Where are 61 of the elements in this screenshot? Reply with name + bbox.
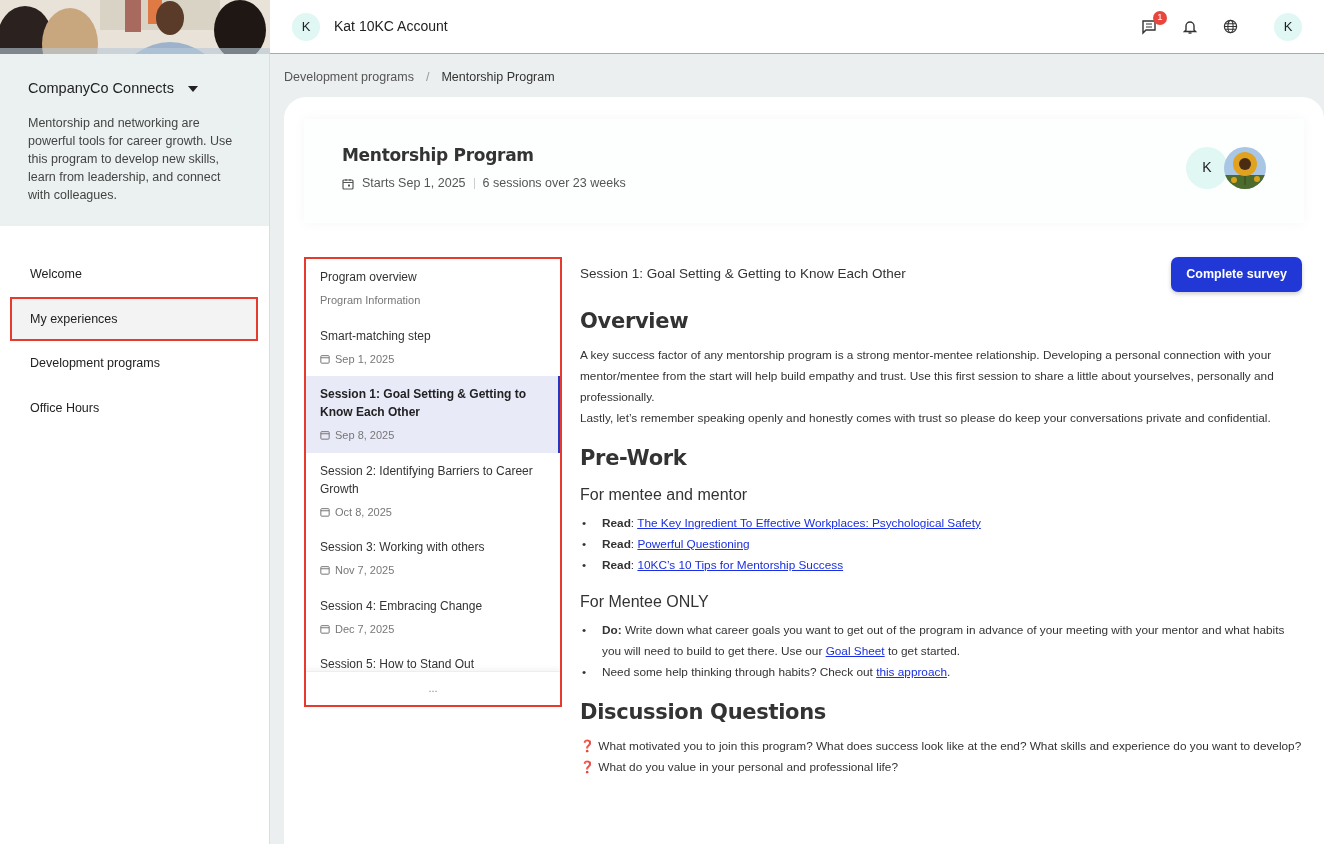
nav-item[interactable]: Office Hours — [10, 386, 258, 431]
bullet: • — [581, 621, 588, 639]
link[interactable]: Goal Sheet — [825, 643, 885, 658]
list-item: Read: The Key Ingredient To Effective Workplaces: Psychological Safety — [602, 514, 981, 532]
nav-item[interactable]: Welcome — [10, 251, 258, 297]
start-date: Starts Sep 1, 2025 — [362, 175, 466, 193]
paragraph: A key success factor of any mentorship program is a strong mentor‑mentee relationship. Developing a personal connection with your mentor/mentee from the start will help build empathy and trust. Use this first session to share a little about yourselves, personally and professionally. — [580, 347, 1275, 407]
globe-icon[interactable] — [1223, 19, 1238, 34]
calendar-icon — [320, 506, 330, 517]
session-count: 6 sessions over 23 weeks — [482, 175, 626, 193]
link[interactable]: Powerful Questioning — [637, 536, 750, 551]
message-icon[interactable] — [1141, 18, 1157, 35]
program-title: Mentorship Program — [342, 143, 535, 167]
list-item: Need some help thinking through habits? Check out this approach. — [602, 663, 951, 681]
nav-item[interactable]: Development programs — [10, 341, 258, 386]
calendar-icon — [320, 353, 330, 364]
program-name: CompanyCo Connects — [28, 79, 174, 98]
notification-count: 1 — [1153, 10, 1167, 25]
account-name: Kat 10KC Account — [334, 17, 448, 36]
session-title: Session 1: Goal Setting & Getting to Know Each Other — [580, 265, 906, 284]
link[interactable]: this approach — [876, 664, 947, 679]
bullet: • — [581, 556, 588, 574]
caret-icon[interactable] — [187, 85, 198, 92]
subsection-heading: For Mentee ONLY — [580, 591, 710, 612]
paragraph: Lastly, let’s remember speaking openly and honestly comes with trust so please do keep your conversations private and confidential. — [580, 410, 1272, 428]
section-heading: Overview — [580, 307, 690, 335]
calendar-icon — [342, 177, 354, 190]
session-item[interactable]: Session 2: Identifying Barriers to Career Growth Oct 8, 2025 — [306, 452, 560, 529]
session-item[interactable]: Program overview Program Information — [306, 259, 560, 318]
link[interactable]: 10KC’s 10 Tips for Mentorship Success — [637, 557, 844, 572]
user-avatar[interactable]: K — [1274, 12, 1302, 41]
bell-icon[interactable] — [1183, 18, 1197, 35]
account-avatar[interactable]: K — [292, 12, 320, 41]
breadcrumb-link[interactable]: Development programs — [284, 68, 414, 87]
subsection-heading: For mentee and mentor — [580, 484, 749, 505]
bullet: • — [581, 535, 588, 553]
member-avatar: K — [1186, 146, 1228, 189]
session-item[interactable]: Session 5: How to Stand Out — [306, 646, 560, 671]
breadcrumb-separator: / — [425, 69, 430, 86]
bullet: • — [581, 514, 588, 532]
question: ❓ What motivated you to join this program? What does success look like at the end? What skills and experience do you want to develop? — [580, 738, 1302, 756]
list-item: Do: Write down what career goals you want to get out of the program in advance of your meeting with your mentor and what habits you will need to build to get there. Use our Goal Sheet to get started. — [602, 621, 1286, 660]
bullet: • — [581, 663, 588, 681]
complete-survey-button[interactable]: Complete survey — [1171, 257, 1302, 292]
section-heading: Discussion Questions — [580, 698, 828, 726]
list-item: Read: Powerful Questioning — [602, 535, 750, 553]
program-description: Mentorship and networking are powerful tools for career growth. Use this program to develop new skills, learn from leadership, and connect with colleagues. — [28, 114, 234, 204]
section-heading: Pre-Work — [580, 445, 688, 473]
session-item[interactable]: Session 3: Working with others Nov 7, 2025 — [306, 529, 560, 588]
session-item[interactable]: Smart-matching step Sep 1, 2025 — [306, 317, 560, 376]
breadcrumb-current: Mentorship Program — [441, 69, 555, 86]
session-item[interactable]: Session 4: Embracing Change Dec 7, 2025 — [306, 587, 560, 646]
calendar-icon — [320, 565, 330, 576]
link[interactable]: The Key Ingredient To Effective Workplaces: Psychological Safety — [637, 515, 981, 530]
list-item: Read: 10KC’s 10 Tips for Mentorship Success — [602, 556, 844, 574]
session-item[interactable]: Session 1: Goal Setting & Getting to Know Each Other Sep 8, 2025 — [306, 376, 560, 453]
more-indicator[interactable]: ... — [306, 671, 560, 705]
question: ❓ What do you value in your personal and professional life? — [580, 759, 899, 777]
calendar-icon — [320, 623, 330, 634]
nav-item[interactable]: My experiences — [10, 296, 258, 342]
calendar-icon — [320, 430, 330, 441]
